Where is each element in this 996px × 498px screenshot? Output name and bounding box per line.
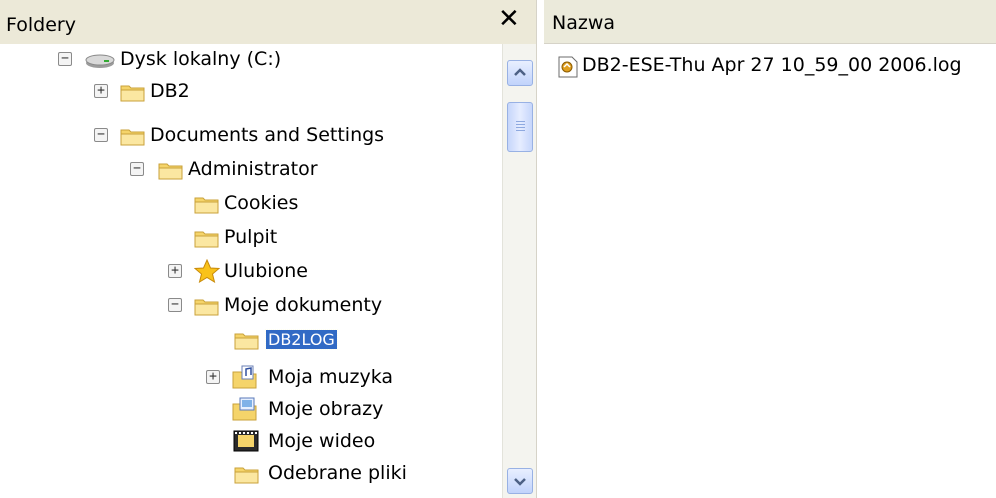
folder-tree: − Dysk lokalny (C:) + DB2 − Documents an… (0, 44, 500, 498)
folder-icon (194, 193, 220, 220)
vertical-scrollbar[interactable] (502, 44, 537, 498)
folders-pane: Foldery ✕ − Dysk lokalny (C:) + DB2 − Do… (0, 0, 537, 498)
column-header: Nazwa (544, 0, 996, 44)
expand-toggle[interactable]: + (206, 370, 220, 384)
pictures-folder-icon (232, 396, 260, 427)
video-folder-icon (232, 429, 260, 458)
favorites-star-icon (193, 258, 221, 288)
chevron-up-icon (514, 68, 526, 76)
log-file-icon (558, 56, 578, 83)
tree-item-label: DB2LOG (265, 329, 338, 350)
tree-item-label: Ulubione (224, 260, 308, 282)
scroll-up-button[interactable] (507, 60, 533, 86)
collapse-toggle[interactable]: − (94, 128, 108, 142)
tree-item-label: Pulpit (224, 226, 278, 248)
expand-toggle[interactable]: + (168, 264, 182, 278)
scroll-down-button[interactable] (507, 468, 533, 494)
folder-icon (158, 159, 184, 186)
collapse-toggle[interactable]: − (168, 298, 182, 312)
tree-item-label: Moje obrazy (268, 398, 384, 420)
collapse-toggle[interactable]: − (58, 52, 72, 66)
folders-header: Foldery ✕ (0, 0, 536, 44)
chevron-down-icon (514, 478, 526, 486)
drive-icon (84, 52, 116, 74)
tree-item-label: Administrator (188, 158, 318, 180)
folders-title: Foldery (6, 14, 76, 36)
file-name: DB2-ESE-Thu Apr 27 10_59_00 2006.log (582, 54, 962, 76)
tree-item-label: Odebrane pliki (268, 462, 407, 484)
tree-item-label: Moje wideo (268, 430, 376, 452)
collapse-toggle[interactable]: − (130, 162, 144, 176)
folder-icon (234, 463, 260, 490)
tree-item-label: Cookies (224, 192, 299, 214)
column-header-name[interactable]: Nazwa (552, 12, 615, 34)
tree-item-label: Dysk lokalny (C:) (120, 48, 282, 70)
music-folder-icon (232, 364, 260, 395)
expand-toggle[interactable]: + (94, 84, 108, 98)
tree-item-label: Moja muzyka (268, 366, 394, 388)
files-pane: Nazwa DB2-ESE-Thu Apr 27 10_59_00 2006.l… (544, 0, 996, 498)
folder-icon (194, 295, 220, 322)
close-folders-button[interactable]: ✕ (498, 6, 520, 32)
tree-item-label: DB2 (150, 80, 190, 102)
tree-item-label: Moje dokumenty (224, 294, 383, 316)
folder-icon (194, 227, 220, 254)
scroll-thumb[interactable] (507, 102, 533, 152)
folder-icon (120, 81, 146, 108)
tree-item-label: Documents and Settings (150, 124, 385, 146)
folder-icon (234, 329, 260, 356)
folder-icon (120, 125, 146, 152)
